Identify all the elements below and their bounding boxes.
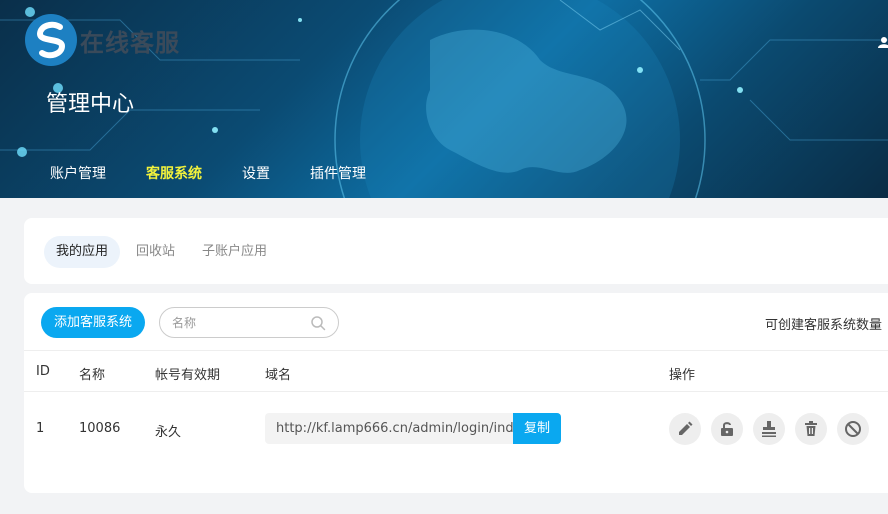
page-title: 管理中心 (46, 92, 135, 117)
unlock-button[interactable] (711, 413, 743, 445)
table-row: 1 10086 永久 http://kf.lamp666.cn/admin/lo… (24, 392, 888, 470)
nav-item-plugins[interactable]: 插件管理 (310, 163, 366, 195)
add-service-system-button[interactable]: 添加客服系统 (41, 307, 145, 338)
logo: 在线客服 (24, 13, 180, 67)
app-list-panel: 添加客服系统 可创建客服系统数量 ID 名称 帐号有效期 域名 操作 1 100… (24, 293, 888, 493)
logo-mark-icon (25, 14, 77, 66)
stamp-icon (762, 421, 776, 437)
stamp-button[interactable] (753, 413, 785, 445)
column-header-id: ID (36, 364, 50, 379)
table-header: ID 名称 帐号有效期 域名 操作 (24, 350, 888, 392)
search-box (159, 307, 339, 338)
quota-text: 可创建客服系统数量 (765, 318, 883, 333)
cell-name: 10086 (79, 421, 121, 436)
logo-text: 在线客服 (80, 28, 180, 57)
cell-expiry: 永久 (155, 425, 182, 440)
app-tabs: 我的应用 回收站 子账户应用 (24, 218, 888, 284)
column-header-name: 名称 (79, 368, 106, 383)
nav-item-service-system[interactable]: 客服系统 (146, 163, 202, 195)
disable-button[interactable] (837, 413, 869, 445)
tab-recycle-bin[interactable]: 回收站 (124, 236, 187, 268)
edit-icon (679, 421, 693, 435)
domain-value[interactable]: http://kf.lamp666.cn/admin/login/index (276, 421, 529, 436)
delete-button[interactable] (795, 413, 827, 445)
tab-my-apps[interactable]: 我的应用 (44, 236, 121, 268)
domain-field: http://kf.lamp666.cn/admin/login/index 复… (265, 413, 561, 444)
top-nav: 账户管理 客服系统 设置 插件管理 (50, 163, 406, 195)
search-icon[interactable] (310, 315, 326, 331)
disable-icon (845, 421, 861, 437)
nav-item-settings[interactable]: 设置 (242, 163, 270, 195)
column-header-expiry: 帐号有效期 (155, 368, 221, 383)
nav-item-accounts[interactable]: 账户管理 (50, 163, 106, 195)
header-banner: 在线客服 管理中心 账户管理 客服系统 设置 插件管理 (0, 0, 888, 198)
copy-button[interactable]: 复制 (513, 413, 561, 444)
unlock-icon (721, 422, 733, 436)
column-header-domain: 域名 (265, 368, 292, 383)
column-header-actions: 操作 (669, 368, 696, 383)
edit-button[interactable] (669, 413, 701, 445)
user-icon[interactable] (878, 36, 888, 48)
tab-sub-account-apps[interactable]: 子账户应用 (190, 236, 279, 268)
delete-icon (805, 421, 817, 436)
cell-id: 1 (36, 421, 45, 436)
search-input[interactable] (172, 308, 312, 337)
